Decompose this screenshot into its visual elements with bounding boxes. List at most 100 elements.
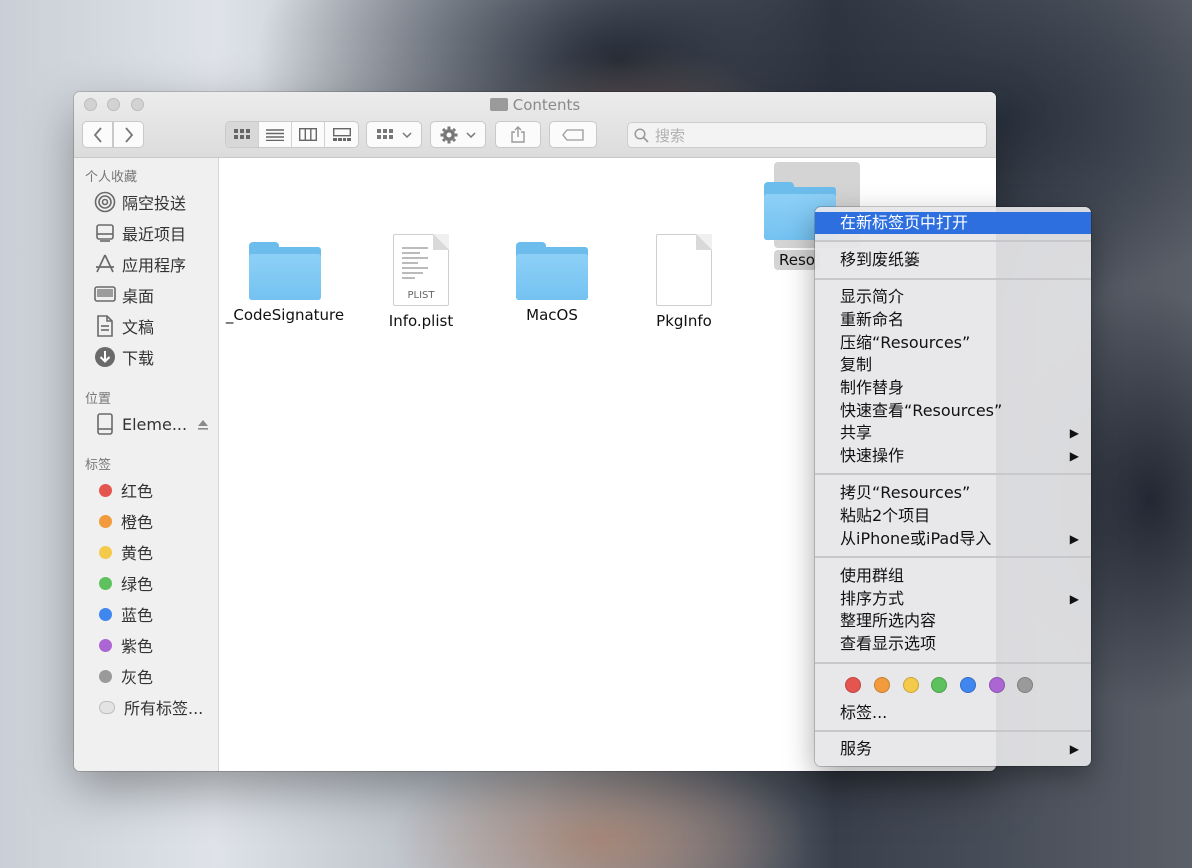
share-button[interactable]	[495, 121, 541, 148]
chevron-right-icon	[124, 126, 133, 143]
menu-item-clean-up[interactable]: 整理所选内容	[815, 610, 1091, 632]
sidebar-tag-yellow[interactable]: 黄色	[94, 540, 153, 564]
chevron-down-icon	[466, 131, 476, 138]
sidebar-item-label: Eleme...	[122, 414, 188, 434]
tag-label: 绿色	[121, 575, 154, 594]
tag-orange-dot[interactable]	[874, 677, 890, 693]
group-by-button[interactable]	[366, 121, 422, 148]
action-button[interactable]	[430, 121, 486, 148]
file-item-macos[interactable]: MacOS	[487, 234, 617, 324]
file-name: PkgInfo	[656, 312, 712, 330]
back-button[interactable]	[82, 121, 113, 148]
recents-icon	[94, 222, 116, 244]
list-view-button[interactable]	[259, 122, 292, 147]
all-tags-icon	[99, 700, 115, 714]
menu-item-quick-actions[interactable]: 快速操作 ▶	[815, 445, 1091, 467]
menu-item-label: 排序方式	[840, 589, 905, 608]
menu-item-get-info[interactable]: 显示简介	[815, 286, 1091, 308]
submenu-arrow-icon: ▶	[1069, 449, 1079, 463]
toolbar: Contents 搜索	[74, 92, 996, 158]
tag-red-dot[interactable]	[845, 677, 861, 693]
tag-purple-dot[interactable]	[989, 677, 1005, 693]
tag-button[interactable]	[549, 121, 597, 148]
menu-separator	[815, 278, 1091, 280]
menu-item-make-alias[interactable]: 制作替身	[815, 377, 1091, 399]
menu-item-duplicate[interactable]: 复制	[815, 354, 1091, 376]
view-mode-segment	[225, 121, 359, 148]
sidebar-tag-gray[interactable]: 灰色	[94, 664, 153, 688]
icon-view-button[interactable]	[226, 122, 259, 147]
gallery-view-button[interactable]	[325, 122, 358, 147]
locations-header: 位置	[85, 392, 112, 407]
plist-tag: PLIST	[407, 290, 435, 301]
desktop-icon	[94, 284, 116, 306]
purple-dot-icon	[99, 638, 112, 652]
sidebar-tag-purple[interactable]: 紫色	[94, 633, 153, 657]
menu-item-compress[interactable]: 压缩“Resources”	[815, 332, 1091, 354]
sidebar-item-label: 文稿	[122, 318, 155, 337]
sidebar-item-downloads[interactable]: 下载	[94, 345, 154, 369]
folder-icon	[249, 242, 321, 300]
menu-item-use-groups[interactable]: 使用群组	[815, 565, 1091, 587]
file-item-info-plist[interactable]: PLIST Info.plist	[356, 234, 486, 330]
list-icon	[266, 128, 284, 141]
menu-item-services[interactable]: 服务 ▶	[815, 738, 1091, 760]
blue-dot-icon	[99, 607, 112, 621]
menu-item-sort-by[interactable]: 排序方式 ▶	[815, 588, 1091, 610]
forward-button[interactable]	[113, 121, 144, 148]
column-view-button[interactable]	[292, 122, 325, 147]
gray-dot-icon	[99, 669, 112, 683]
yellow-dot-icon	[99, 545, 112, 559]
menu-item-view-options[interactable]: 查看显示选项	[815, 633, 1091, 655]
sidebar-item-airdrop[interactable]: 隔空投送	[94, 190, 186, 214]
tag-gray-dot[interactable]	[1017, 677, 1033, 693]
sidebar-item-recents[interactable]: 最近项目	[94, 221, 186, 245]
sidebar-item-disk[interactable]: Eleme...	[94, 412, 209, 436]
airdrop-icon	[94, 191, 116, 213]
menu-item-quick-look[interactable]: 快速查看“Resources”	[815, 400, 1091, 422]
menu-item-open-new-tab[interactable]: 在新标签页中打开	[815, 212, 1091, 234]
file-item-codesignature[interactable]: _CodeSignature	[220, 234, 350, 324]
menu-item-label: 服务	[840, 739, 873, 758]
menu-item-move-to-trash[interactable]: 移到废纸篓	[815, 249, 1091, 271]
file-name-selected: Reso	[774, 250, 820, 270]
menu-item-paste[interactable]: 粘贴2个项目	[815, 505, 1091, 527]
sidebar-tag-red[interactable]: 红色	[94, 478, 153, 502]
gear-icon	[440, 126, 458, 143]
tag-label: 蓝色	[121, 606, 154, 625]
tag-label: 红色	[121, 482, 154, 501]
sidebar-tag-green[interactable]: 绿色	[94, 571, 153, 595]
menu-item-tags[interactable]: 标签...	[815, 702, 1091, 724]
tag-green-dot[interactable]	[931, 677, 947, 693]
green-dot-icon	[99, 576, 112, 590]
file-item-pkginfo[interactable]: PkgInfo	[619, 234, 749, 330]
sidebar-item-documents[interactable]: 文稿	[94, 314, 154, 338]
menu-item-label: 从iPhone或iPad导入	[840, 529, 992, 548]
sidebar-item-label: 下载	[122, 349, 155, 368]
sidebar-tag-blue[interactable]: 蓝色	[94, 602, 153, 626]
sidebar-item-label: 桌面	[122, 287, 155, 306]
tags-header: 标签	[85, 458, 112, 473]
chevron-left-icon	[93, 126, 102, 143]
menu-item-import[interactable]: 从iPhone或iPad导入 ▶	[815, 528, 1091, 550]
menu-item-share[interactable]: 共享 ▶	[815, 422, 1091, 444]
menu-item-rename[interactable]: 重新命名	[815, 309, 1091, 331]
tag-icon	[562, 128, 584, 141]
sidebar: 个人收藏 隔空投送 最近项目 应用程序 桌面 文稿 下载 位置 Eleme...…	[74, 158, 219, 771]
menu-item-copy[interactable]: 拷贝“Resources”	[815, 482, 1091, 504]
eject-icon[interactable]	[197, 419, 209, 430]
submenu-arrow-icon: ▶	[1069, 426, 1079, 440]
submenu-arrow-icon: ▶	[1069, 742, 1079, 756]
sidebar-item-label: 应用程序	[122, 256, 187, 275]
search-placeholder: 搜索	[655, 126, 686, 145]
sidebar-all-tags[interactable]: 所有标签...	[94, 695, 203, 719]
sidebar-item-desktop[interactable]: 桌面	[94, 283, 154, 307]
grid-icon	[376, 129, 393, 139]
search-field[interactable]: 搜索	[627, 122, 987, 148]
file-name: _CodeSignature	[225, 306, 345, 324]
applications-icon	[94, 253, 116, 275]
sidebar-item-applications[interactable]: 应用程序	[94, 252, 186, 276]
tag-blue-dot[interactable]	[960, 677, 976, 693]
sidebar-tag-orange[interactable]: 橙色	[94, 509, 153, 533]
tag-yellow-dot[interactable]	[903, 677, 919, 693]
